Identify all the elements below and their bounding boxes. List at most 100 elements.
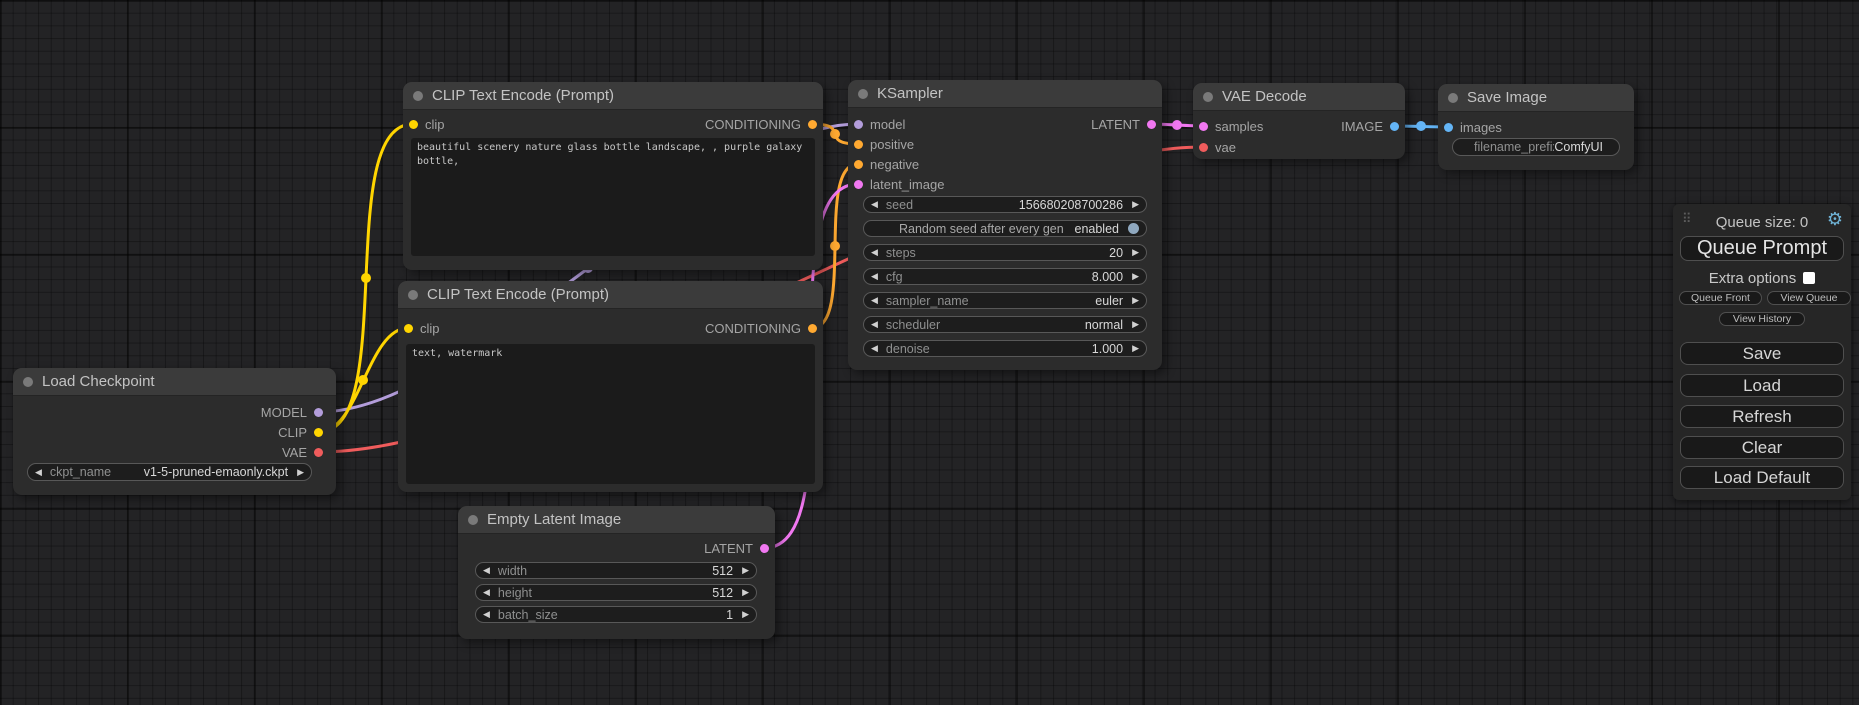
slot-label: MODEL: [261, 405, 307, 420]
arrow-left-icon[interactable]: ◀: [871, 248, 878, 257]
node-title-bar[interactable]: KSampler: [848, 80, 1162, 108]
node-title-bar[interactable]: Load Checkpoint: [13, 368, 336, 396]
widget-name: scheduler: [886, 318, 940, 332]
refresh-button[interactable]: Refresh: [1680, 405, 1844, 428]
output-dot-latent[interactable]: [1147, 120, 1156, 129]
widget-ckpt-name[interactable]: ◀ ckpt_name v1-5-pruned-emaonly.ckpt ▶: [27, 463, 312, 481]
arrow-right-icon[interactable]: ▶: [1132, 320, 1139, 329]
view-queue-button[interactable]: View Queue: [1767, 291, 1851, 305]
slot-label: LATENT: [1091, 117, 1140, 132]
node-load-checkpoint[interactable]: Load Checkpoint MODEL CLIP VAE ◀ ckpt_na…: [13, 368, 336, 495]
arrow-right-icon[interactable]: ▶: [1132, 272, 1139, 281]
arrow-right-icon[interactable]: ▶: [1132, 296, 1139, 305]
widget-denoise[interactable]: ◀ denoise 1.000 ▶: [863, 340, 1147, 357]
node-title-bar[interactable]: Empty Latent Image: [458, 506, 775, 534]
node-ksampler[interactable]: KSampler model positive negative latent_…: [848, 80, 1162, 370]
link-midpoint-dot[interactable]: [1416, 121, 1426, 131]
input-dot-clip[interactable]: [409, 120, 418, 129]
arrow-left-icon[interactable]: ◀: [483, 566, 490, 575]
node-clip-text-encode-positive[interactable]: CLIP Text Encode (Prompt) clip CONDITION…: [403, 82, 823, 270]
link-midpoint-dot[interactable]: [830, 129, 840, 139]
link-midpoint-dot[interactable]: [830, 241, 840, 251]
input-dot-positive[interactable]: [854, 140, 863, 149]
widget-random-seed-toggle[interactable]: Random seed after every gen enabled: [863, 220, 1147, 237]
node-title-bar[interactable]: CLIP Text Encode (Prompt): [403, 82, 823, 110]
view-history-button[interactable]: View History: [1719, 312, 1805, 326]
arrow-right-icon[interactable]: ▶: [742, 566, 749, 575]
arrow-right-icon[interactable]: ▶: [1132, 200, 1139, 209]
collapse-dot-icon[interactable]: [413, 91, 423, 101]
arrow-left-icon[interactable]: ◀: [871, 272, 878, 281]
widget-height[interactable]: ◀ height 512 ▶: [475, 584, 757, 601]
queue-prompt-button[interactable]: Queue Prompt: [1680, 236, 1844, 261]
widget-cfg[interactable]: ◀ cfg 8.000 ▶: [863, 268, 1147, 285]
queue-front-button[interactable]: Queue Front: [1679, 291, 1762, 305]
load-default-button[interactable]: Load Default: [1680, 466, 1844, 489]
arrow-right-icon[interactable]: ▶: [1132, 248, 1139, 257]
widget-name: cfg: [886, 270, 903, 284]
arrow-left-icon[interactable]: ◀: [871, 344, 878, 353]
widget-filename-prefix[interactable]: filename_prefix ComfyUI: [1452, 138, 1620, 156]
output-dot-image[interactable]: [1390, 122, 1399, 131]
node-title-bar[interactable]: VAE Decode: [1193, 83, 1405, 111]
arrow-left-icon[interactable]: ◀: [483, 610, 490, 619]
input-dot-vae[interactable]: [1199, 143, 1208, 152]
slot-label: CONDITIONING: [705, 321, 801, 336]
link-midpoint-dot[interactable]: [358, 375, 368, 385]
link-midpoint-dot[interactable]: [1172, 120, 1182, 130]
input-dot-negative[interactable]: [854, 160, 863, 169]
node-vae-decode[interactable]: VAE Decode samples vae IMAGE: [1193, 83, 1405, 159]
widget-width[interactable]: ◀ width 512 ▶: [475, 562, 757, 579]
collapse-dot-icon[interactable]: [1203, 92, 1213, 102]
arrow-left-icon[interactable]: ◀: [871, 200, 878, 209]
widget-value: 1: [726, 608, 733, 622]
collapse-dot-icon[interactable]: [1448, 93, 1458, 103]
output-dot-conditioning[interactable]: [808, 120, 817, 129]
output-dot-latent[interactable]: [760, 544, 769, 553]
arrow-right-icon[interactable]: ▶: [297, 468, 304, 477]
widget-steps[interactable]: ◀ steps 20 ▶: [863, 244, 1147, 261]
node-save-image[interactable]: Save Image images filename_prefix ComfyU…: [1438, 84, 1634, 170]
output-dot-vae[interactable]: [314, 448, 323, 457]
arrow-left-icon[interactable]: ◀: [35, 468, 42, 477]
input-dot-samples[interactable]: [1199, 122, 1208, 131]
arrow-left-icon[interactable]: ◀: [483, 588, 490, 597]
arrow-left-icon[interactable]: ◀: [871, 320, 878, 329]
link-midpoint-dot[interactable]: [361, 273, 371, 283]
output-dot-model[interactable]: [314, 408, 323, 417]
clear-button[interactable]: Clear: [1680, 436, 1844, 459]
node-title-bar[interactable]: CLIP Text Encode (Prompt): [398, 281, 823, 309]
output-dot-conditioning[interactable]: [808, 324, 817, 333]
arrow-left-icon[interactable]: ◀: [871, 296, 878, 305]
node-empty-latent-image[interactable]: Empty Latent Image LATENT ◀ width 512 ▶ …: [458, 506, 775, 639]
input-slot-samples: samples: [1199, 116, 1263, 136]
settings-gear-icon[interactable]: ⚙: [1827, 210, 1843, 228]
widget-batch-size[interactable]: ◀ batch_size 1 ▶: [475, 606, 757, 623]
collapse-dot-icon[interactable]: [858, 89, 868, 99]
arrow-right-icon[interactable]: ▶: [742, 610, 749, 619]
widget-sampler-name[interactable]: ◀ sampler_name euler ▶: [863, 292, 1147, 309]
arrow-right-icon[interactable]: ▶: [1132, 344, 1139, 353]
prompt-textarea-positive[interactable]: beautiful scenery nature glass bottle la…: [411, 138, 815, 256]
toggle-knob-icon[interactable]: [1128, 223, 1139, 234]
widget-seed[interactable]: ◀ seed 156680208700286 ▶: [863, 196, 1147, 213]
widget-value: ComfyUI: [1554, 140, 1603, 154]
input-slot-images: images: [1444, 117, 1502, 137]
prompt-textarea-negative[interactable]: text, watermark: [406, 344, 815, 484]
load-button[interactable]: Load: [1680, 374, 1844, 397]
output-dot-clip[interactable]: [314, 428, 323, 437]
graph-canvas[interactable]: Load Checkpoint MODEL CLIP VAE ◀ ckpt_na…: [0, 0, 1859, 705]
input-dot-clip[interactable]: [404, 324, 413, 333]
arrow-right-icon[interactable]: ▶: [742, 588, 749, 597]
node-title-bar[interactable]: Save Image: [1438, 84, 1634, 112]
widget-scheduler[interactable]: ◀ scheduler normal ▶: [863, 316, 1147, 333]
save-button[interactable]: Save: [1680, 342, 1844, 365]
input-dot-model[interactable]: [854, 120, 863, 129]
node-clip-text-encode-negative[interactable]: CLIP Text Encode (Prompt) clip CONDITION…: [398, 281, 823, 492]
input-dot-images[interactable]: [1444, 123, 1453, 132]
collapse-dot-icon[interactable]: [23, 377, 33, 387]
collapse-dot-icon[interactable]: [468, 515, 478, 525]
input-dot-latent-image[interactable]: [854, 180, 863, 189]
extra-options-checkbox[interactable]: [1803, 272, 1815, 284]
collapse-dot-icon[interactable]: [408, 290, 418, 300]
